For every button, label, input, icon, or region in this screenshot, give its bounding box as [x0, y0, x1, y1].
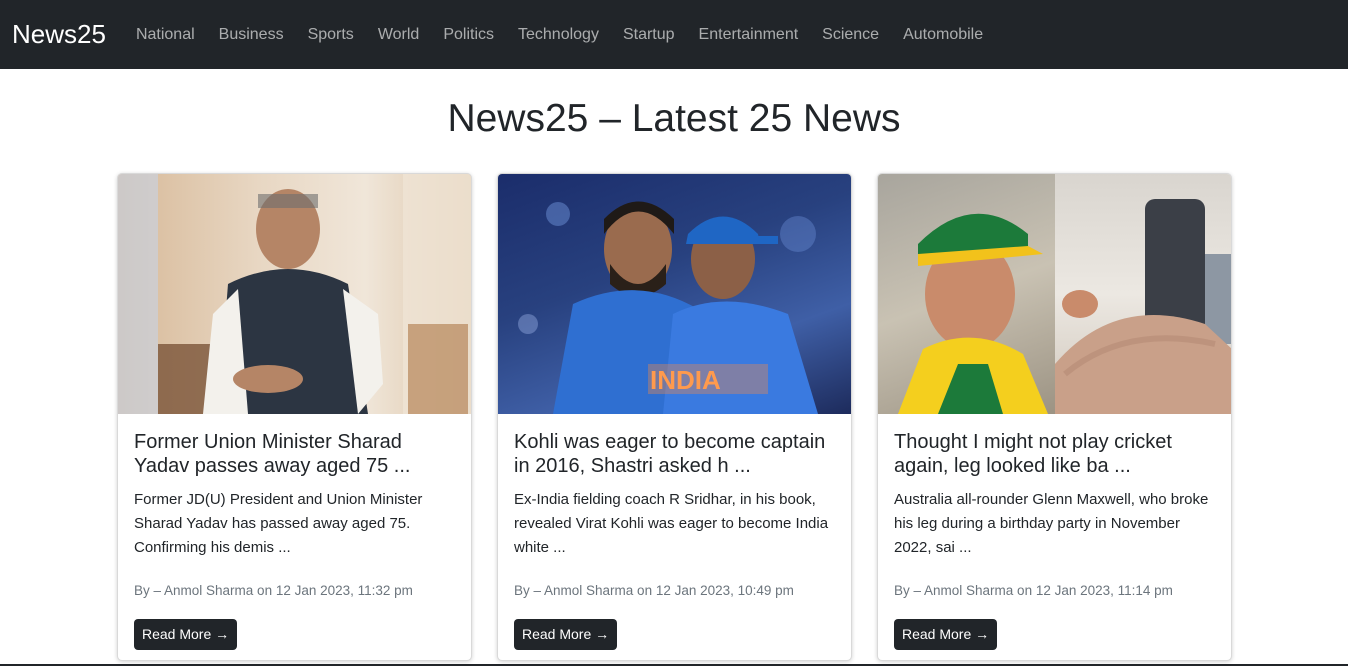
news-image-illustration	[118, 174, 471, 414]
nav-link-sports[interactable]: Sports	[296, 26, 366, 44]
card-title[interactable]: Thought I might not play cricket again, …	[894, 430, 1215, 480]
image-left-panel	[878, 174, 1055, 414]
card-title[interactable]: Kohli was eager to become captain in 201…	[514, 430, 835, 480]
news-image-sharad-yadav	[118, 174, 471, 414]
news-card: Thought I might not play cricket again, …	[877, 173, 1232, 661]
nav-link-politics[interactable]: Politics	[431, 26, 506, 44]
nav-link-science[interactable]: Science	[810, 26, 891, 44]
nav-link-national[interactable]: National	[124, 26, 207, 44]
jersey-text: INDIA	[650, 365, 721, 395]
card-body: Kohli was eager to become captain in 201…	[498, 414, 851, 650]
nav-link-business[interactable]: Business	[207, 26, 296, 44]
card-description: Australia all-rounder Glenn Maxwell, who…	[894, 491, 1209, 556]
card-byline: By – Anmol Sharma on 12 Jan 2023, 11:14 …	[894, 583, 1173, 598]
read-more-button[interactable]: Read More →	[514, 619, 618, 650]
read-more-button[interactable]: Read More →	[894, 619, 998, 650]
card-description: Former JD(U) President and Union Ministe…	[134, 491, 423, 556]
nav-link-startup[interactable]: Startup	[611, 26, 687, 44]
news-card: Former Union Minister Sharad Yadav passe…	[117, 173, 472, 661]
nav-link-technology[interactable]: Technology	[506, 26, 611, 44]
news-card-grid: Former Union Minister Sharad Yadav passe…	[117, 173, 1232, 661]
news-image-kohli-dhoni: INDIA	[498, 174, 851, 414]
nav-link-automobile[interactable]: Automobile	[891, 26, 995, 44]
card-byline: By – Anmol Sharma on 12 Jan 2023, 11:32 …	[134, 583, 413, 598]
nav-link-world[interactable]: World	[366, 26, 432, 44]
card-byline: By – Anmol Sharma on 12 Jan 2023, 10:49 …	[514, 583, 794, 598]
brand-logo-link[interactable]: News25	[12, 19, 106, 50]
card-body: Former Union Minister Sharad Yadav passe…	[118, 414, 471, 650]
top-navbar: News25 National Business Sports World Po…	[0, 0, 1348, 69]
card-title[interactable]: Former Union Minister Sharad Yadav passe…	[134, 430, 455, 480]
card-body: Thought I might not play cricket again, …	[878, 414, 1231, 650]
read-more-button[interactable]: Read More →	[134, 619, 238, 650]
news-card: INDIA Kohli was eager to become captain …	[497, 173, 852, 661]
news-image-illustration: INDIA	[518, 201, 818, 414]
image-right-panel	[1054, 174, 1231, 414]
nav-link-entertainment[interactable]: Entertainment	[687, 26, 811, 44]
news-image-maxwell	[878, 174, 1231, 414]
player-portrait-illustration	[898, 213, 1048, 414]
card-description: Ex-India fielding coach R Sridhar, in hi…	[514, 491, 829, 556]
injured-leg-illustration	[1054, 199, 1231, 414]
page-title: News25 – Latest 25 News	[447, 97, 901, 140]
nav-links: National Business Sports World Politics …	[124, 26, 995, 44]
